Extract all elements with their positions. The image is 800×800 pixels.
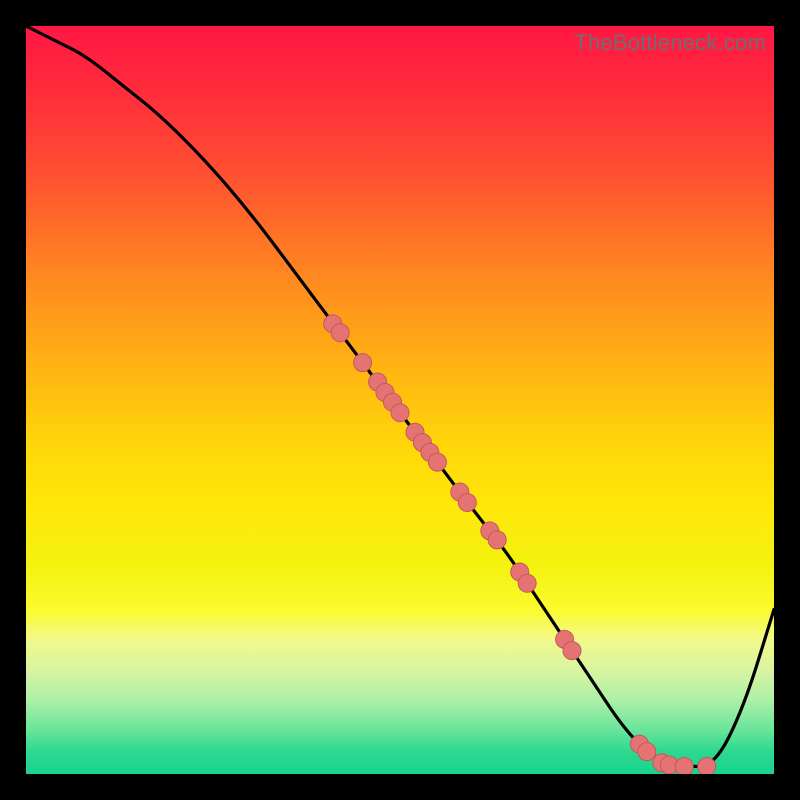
data-marker bbox=[428, 453, 446, 471]
data-marker bbox=[638, 743, 656, 761]
data-marker bbox=[518, 574, 536, 592]
data-marker bbox=[698, 758, 716, 775]
marker-group bbox=[324, 315, 716, 774]
data-marker bbox=[391, 404, 409, 422]
chart-overlay bbox=[26, 26, 774, 774]
data-marker bbox=[675, 758, 693, 775]
bottleneck-curve bbox=[26, 26, 774, 767]
chart-container: TheBottleneck.com bbox=[0, 0, 800, 800]
data-marker bbox=[488, 531, 506, 549]
data-marker bbox=[458, 494, 476, 512]
data-marker bbox=[331, 324, 349, 342]
plot-area: TheBottleneck.com bbox=[26, 26, 774, 774]
data-marker bbox=[354, 354, 372, 372]
data-marker bbox=[563, 642, 581, 660]
